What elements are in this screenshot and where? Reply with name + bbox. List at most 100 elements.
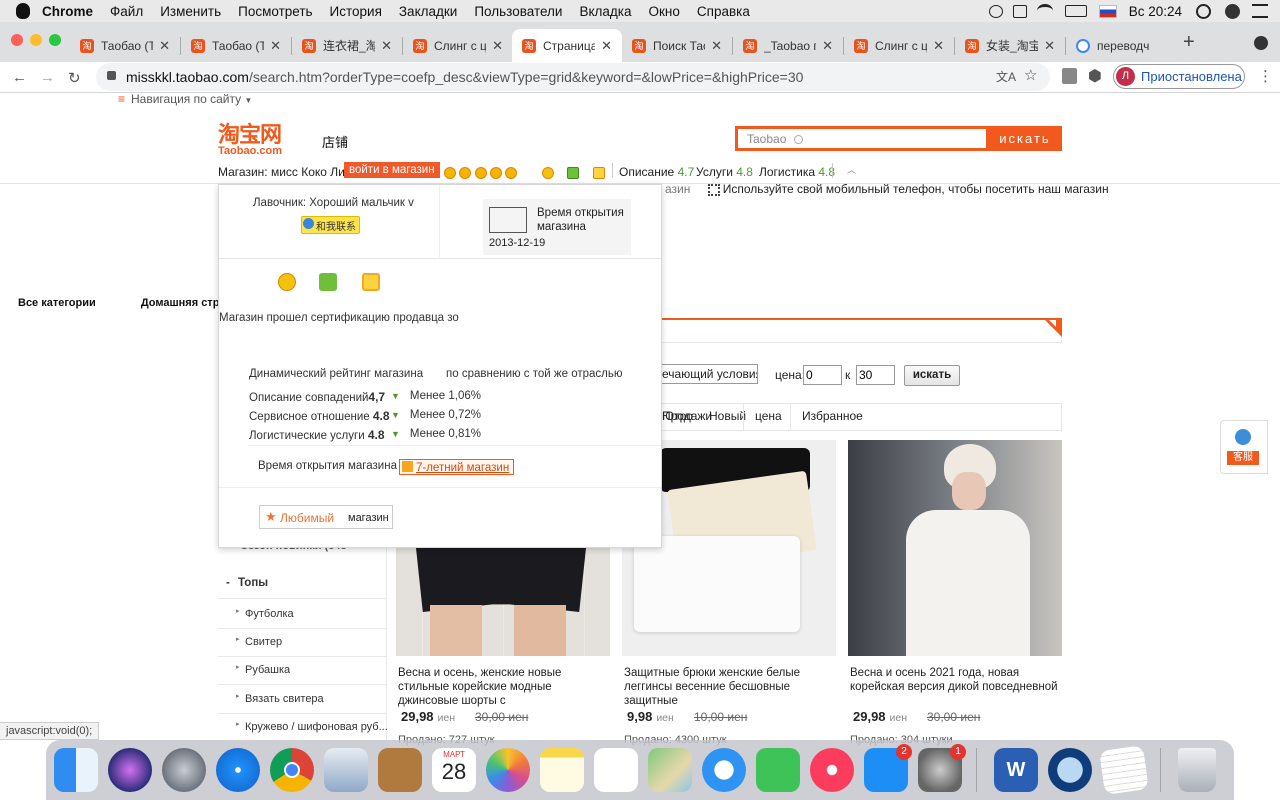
finder-icon[interactable]: [54, 748, 98, 792]
forward-icon[interactable]: →: [40, 69, 55, 86]
maps-icon[interactable]: [648, 748, 692, 792]
menu-window[interactable]: Окно: [649, 4, 680, 19]
category-item[interactable]: ▸ Рубашка: [218, 656, 386, 685]
quicktime-icon[interactable]: [1048, 748, 1092, 792]
safari-icon[interactable]: [216, 748, 260, 792]
category-item[interactable]: ▸ Свитер: [218, 628, 386, 657]
flag-ru-icon[interactable]: [1098, 4, 1117, 18]
price-filter-button[interactable]: искать: [904, 365, 960, 386]
close-window-icon[interactable]: [11, 34, 23, 46]
site-navigation[interactable]: ≡ Навигация по сайту ▾: [118, 92, 251, 106]
tab-5-active[interactable]: 淘 Страница ✕: [512, 29, 622, 62]
siri-icon[interactable]: [1225, 3, 1240, 19]
music-icon[interactable]: [810, 748, 854, 792]
puzzle-icon[interactable]: ⬢: [1088, 66, 1102, 86]
search-button[interactable]: искать: [988, 126, 1062, 151]
rating-description[interactable]: Описание 4.7: [619, 165, 694, 179]
product-title[interactable]: Весна и осень 2021 года, новая корейская…: [850, 666, 1064, 694]
menu-bookmarks[interactable]: Закладки: [399, 4, 457, 19]
siri-icon[interactable]: [108, 748, 152, 792]
enter-shop-button[interactable]: войти в магазин: [344, 162, 440, 178]
shop-tab[interactable]: 店铺: [322, 132, 348, 151]
menu-file[interactable]: Файл: [110, 4, 143, 19]
extension-icon[interactable]: [1062, 68, 1077, 84]
sort-overlap[interactable]: Ютро: [662, 409, 693, 423]
tab-10[interactable]: переводч: [1066, 29, 1172, 62]
contacts-icon[interactable]: [378, 748, 422, 792]
close-tab-icon[interactable]: ✕: [381, 38, 392, 54]
calendar-icon[interactable]: МАРТ 28: [432, 748, 476, 792]
tab-1[interactable]: 淘 Таобао (Т ✕: [70, 29, 180, 62]
rating-service[interactable]: Услуги 4.8: [696, 165, 753, 179]
favorite-shop-button[interactable]: ★ Любимый магазин: [259, 505, 393, 529]
more-menu-icon[interactable]: ⋮: [1258, 67, 1273, 85]
messages-icon[interactable]: [702, 748, 746, 792]
clock[interactable]: Вс 20:24: [1129, 4, 1182, 19]
notes-icon[interactable]: [540, 748, 584, 792]
close-tab-icon[interactable]: ✕: [1044, 38, 1055, 54]
bookmark-star-icon[interactable]: ☆: [1024, 66, 1037, 84]
battery-icon[interactable]: [1064, 5, 1087, 17]
customer-service-widget[interactable]: 客服: [1220, 420, 1268, 474]
category-item[interactable]: ▸ Футболка: [218, 600, 386, 629]
home-page-link[interactable]: Домашняя стр: [141, 297, 220, 309]
close-tab-icon[interactable]: ✕: [492, 38, 503, 54]
tab-search-icon[interactable]: [1254, 36, 1268, 50]
close-tab-icon[interactable]: ✕: [933, 38, 944, 54]
search-icon[interactable]: [1196, 3, 1211, 19]
word-icon[interactable]: W: [994, 748, 1038, 792]
sort-new[interactable]: Новый: [709, 409, 746, 423]
close-tab-icon[interactable]: ✕: [601, 38, 612, 54]
reminders-icon[interactable]: [594, 748, 638, 792]
search-input[interactable]: Taobao: [735, 126, 989, 151]
all-categories-link[interactable]: Все категории: [18, 297, 96, 309]
tab-2[interactable]: 淘 Таобао (Т ✕: [181, 29, 291, 62]
minimize-window-icon[interactable]: [30, 34, 42, 46]
rating-logistics[interactable]: Логистика 4.8: [759, 165, 835, 179]
tab-6[interactable]: 淘 Поиск Тао ✕: [622, 29, 732, 62]
translate-icon[interactable]: 文A: [996, 68, 1016, 85]
menu-tab[interactable]: Вкладка: [579, 4, 631, 19]
profile-button[interactable]: Л Приостановлена: [1113, 64, 1245, 89]
new-tab-icon[interactable]: +: [1183, 31, 1195, 54]
menu-view[interactable]: Посмотреть: [238, 4, 312, 19]
tab-8[interactable]: 淘 Слинг с ц ✕: [844, 29, 954, 62]
price-from-input[interactable]: [803, 365, 842, 385]
price-to-input[interactable]: [856, 365, 895, 385]
address-bar[interactable]: misskkl.taobao.com/search.htm?orderType=…: [96, 63, 1050, 91]
tab-9[interactable]: 淘女装_淘宝 ✕: [955, 29, 1065, 62]
maximize-window-icon[interactable]: [49, 34, 61, 46]
tab-4[interactable]: 淘 Слинг с ц ✕: [403, 29, 513, 62]
close-tab-icon[interactable]: ✕: [711, 38, 722, 54]
category-item[interactable]: ▸ Кружево / шифоновая руб...: [218, 713, 388, 740]
product-image[interactable]: [848, 440, 1062, 656]
facetime-icon[interactable]: [756, 748, 800, 792]
product-title[interactable]: Защитные брюки женские белые леггинсы ве…: [624, 666, 838, 708]
textedit-icon[interactable]: [1099, 745, 1149, 795]
apple-icon[interactable]: [16, 3, 30, 19]
reload-icon[interactable]: ↻: [68, 69, 81, 87]
close-tab-icon[interactable]: ✕: [270, 38, 281, 54]
wifi-icon[interactable]: [1036, 4, 1053, 18]
contact-button[interactable]: 和我联系: [301, 216, 360, 234]
close-tab-icon[interactable]: ✕: [822, 38, 833, 54]
match-conditions-checkbox[interactable]: ечающий условиям.: [655, 364, 758, 384]
menu-history[interactable]: История: [330, 4, 382, 19]
chevron-up-icon[interactable]: ︿: [847, 163, 856, 176]
trash-icon[interactable]: [1178, 748, 1216, 792]
back-icon[interactable]: ←: [12, 69, 27, 86]
menu-edit[interactable]: Изменить: [160, 4, 221, 19]
menu-app-chrome[interactable]: Chrome: [42, 4, 93, 19]
menu-help[interactable]: Справка: [697, 4, 750, 19]
photos-icon[interactable]: [486, 748, 530, 792]
bluetooth-icon[interactable]: [1012, 4, 1027, 18]
taobao-logo[interactable]: 淘宝网 Taobao.com: [218, 124, 298, 157]
shop-age-badge[interactable]: 7-летний магазин: [399, 459, 515, 475]
product-title[interactable]: Весна и осень, женские новые стильные ко…: [398, 666, 612, 708]
lock-icon[interactable]: [107, 71, 116, 80]
tab-7[interactable]: 淘 _Taobao по ✕: [733, 29, 843, 62]
category-item[interactable]: ▸ Вязать свитера: [218, 685, 386, 714]
launchpad-icon[interactable]: [162, 748, 206, 792]
record-icon[interactable]: [988, 4, 1003, 18]
category-group-tops[interactable]: - Топы: [218, 570, 386, 599]
